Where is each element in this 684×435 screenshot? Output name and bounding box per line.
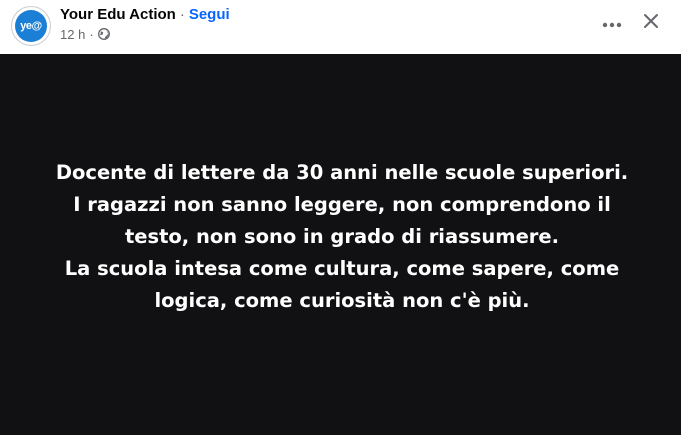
post-image-text: Docente di lettere da 30 anni nelle scuo… [22,157,662,317]
author-line: Your Edu Action · Segui [60,5,230,23]
author-name[interactable]: Your Edu Action [60,6,176,23]
image-text-line: La scuola intesa come cultura, come sape… [64,256,620,280]
follow-button[interactable]: Segui [189,6,230,23]
close-button[interactable] [637,9,665,37]
post-image[interactable]: Docente di lettere da 30 anni nelle scuo… [0,54,684,435]
image-text-line: I ragazzi non sanno leggere, non compren… [73,192,611,216]
post-time[interactable]: 12 h [60,27,85,42]
image-text-line: logica, come curiosità non c'è più. [154,288,530,312]
avatar-text: ye@ [20,20,42,32]
image-text-line: testo, non sono in grado di riassumere. [124,224,560,248]
meta-separator: · [89,26,94,42]
globe-icon [97,28,110,40]
more-horizontal-icon [602,15,622,33]
post-meta: 12 h · [60,26,110,42]
post-header: ye@ Your Edu Action · Segui 12 h · [0,0,684,54]
avatar-logo: ye@ [15,10,47,42]
close-icon [643,13,659,34]
separator: · [179,5,185,23]
image-text-line: Docente di lettere da 30 anni nelle scuo… [55,160,629,184]
avatar[interactable]: ye@ [11,6,51,46]
more-options-button[interactable] [598,10,626,38]
